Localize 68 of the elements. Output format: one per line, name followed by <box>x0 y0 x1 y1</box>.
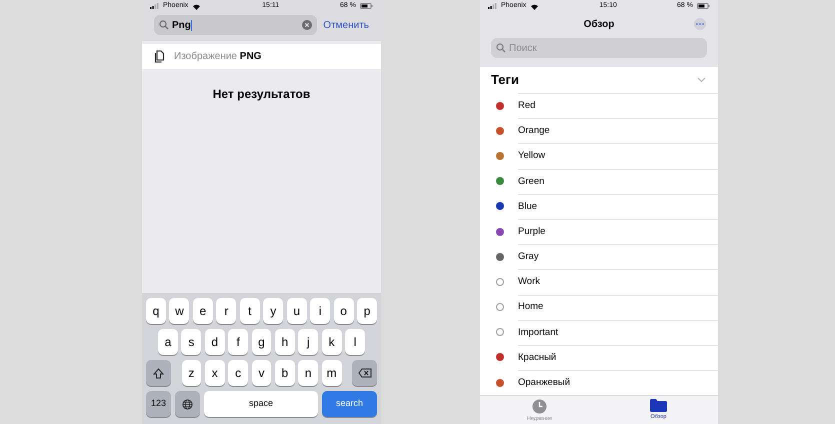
more-button[interactable] <box>694 18 706 30</box>
section-header[interactable]: Теги <box>480 67 718 93</box>
tag-row[interactable]: Red <box>518 93 718 118</box>
letter-key[interactable]: o <box>334 298 354 324</box>
letter-key[interactable]: x <box>204 360 225 386</box>
tag-row[interactable]: Orange <box>518 118 718 144</box>
letter-key[interactable]: g <box>252 329 272 355</box>
letter-key[interactable]: u <box>286 298 307 324</box>
signal-icon <box>150 3 159 9</box>
letter-key[interactable]: k <box>322 329 342 355</box>
letter-key[interactable]: r <box>216 298 236 324</box>
tag-row[interactable]: Important <box>518 320 718 345</box>
letter-key[interactable]: t <box>240 298 260 324</box>
letter-key[interactable]: n <box>298 360 318 386</box>
screen-title: Обзор <box>584 18 614 32</box>
letter-key[interactable]: a <box>158 329 178 355</box>
letter-key[interactable]: b <box>274 360 295 386</box>
signal-icon <box>488 3 497 9</box>
letter-key[interactable]: s <box>181 329 202 355</box>
letter-key[interactable]: y <box>263 298 284 324</box>
cancel-button[interactable]: Отменить <box>323 18 369 32</box>
suggestion-text: Изображение PNG <box>174 50 262 64</box>
shift-key[interactable] <box>146 360 171 386</box>
letter-key[interactable]: l <box>345 329 366 355</box>
numbers-key[interactable]: 123 <box>146 391 171 417</box>
suggestion-row[interactable]: Изображение PNG <box>142 44 381 69</box>
tag-row[interactable]: Home <box>518 294 718 320</box>
letter-key[interactable]: p <box>357 298 378 324</box>
search-icon <box>496 43 506 53</box>
search-placeholder: Поиск <box>509 42 537 56</box>
letter-key[interactable]: v <box>252 360 272 386</box>
tag-row[interactable]: Purple <box>518 218 718 244</box>
search-icon <box>159 20 169 30</box>
letter-key[interactable]: j <box>298 329 318 355</box>
globe-icon <box>182 398 193 410</box>
letter-key[interactable]: z <box>182 360 202 386</box>
letter-key[interactable]: m <box>322 360 342 386</box>
letter-key[interactable]: i <box>310 298 330 324</box>
clock-icon <box>532 399 547 414</box>
clear-icon[interactable] <box>302 20 312 30</box>
empty-message: Нет результатов <box>212 86 310 103</box>
tag-row[interactable]: Blue <box>518 194 718 219</box>
letter-key[interactable]: q <box>146 298 166 324</box>
folder-icon <box>650 399 667 412</box>
battery-icon <box>360 3 373 9</box>
tag-row[interactable]: Gray <box>518 244 718 270</box>
space-key[interactable]: space <box>204 391 318 417</box>
backspace-icon <box>358 368 372 378</box>
wifi-icon <box>530 2 540 10</box>
tag-row[interactable]: Красный <box>518 344 718 370</box>
letter-key[interactable]: f <box>228 329 248 355</box>
tag-row[interactable]: Green <box>518 168 718 194</box>
letter-key[interactable]: h <box>274 329 295 355</box>
letter-key[interactable]: w <box>169 298 190 324</box>
delete-key[interactable] <box>352 360 378 386</box>
globe-key[interactable] <box>175 391 200 417</box>
letter-key[interactable]: d <box>204 329 225 355</box>
letter-key[interactable]: c <box>228 360 248 386</box>
tag-row[interactable]: Work <box>518 269 718 294</box>
search-text: Png <box>172 18 191 32</box>
shift-icon <box>153 368 164 378</box>
battery-icon <box>696 3 710 9</box>
tag-row[interactable]: Yellow <box>518 143 718 169</box>
search-field[interactable]: Png <box>154 15 318 35</box>
letter-key[interactable]: e <box>192 298 213 324</box>
document-icon <box>154 50 165 63</box>
search-key[interactable]: search <box>322 391 377 417</box>
wifi-icon <box>192 2 202 10</box>
